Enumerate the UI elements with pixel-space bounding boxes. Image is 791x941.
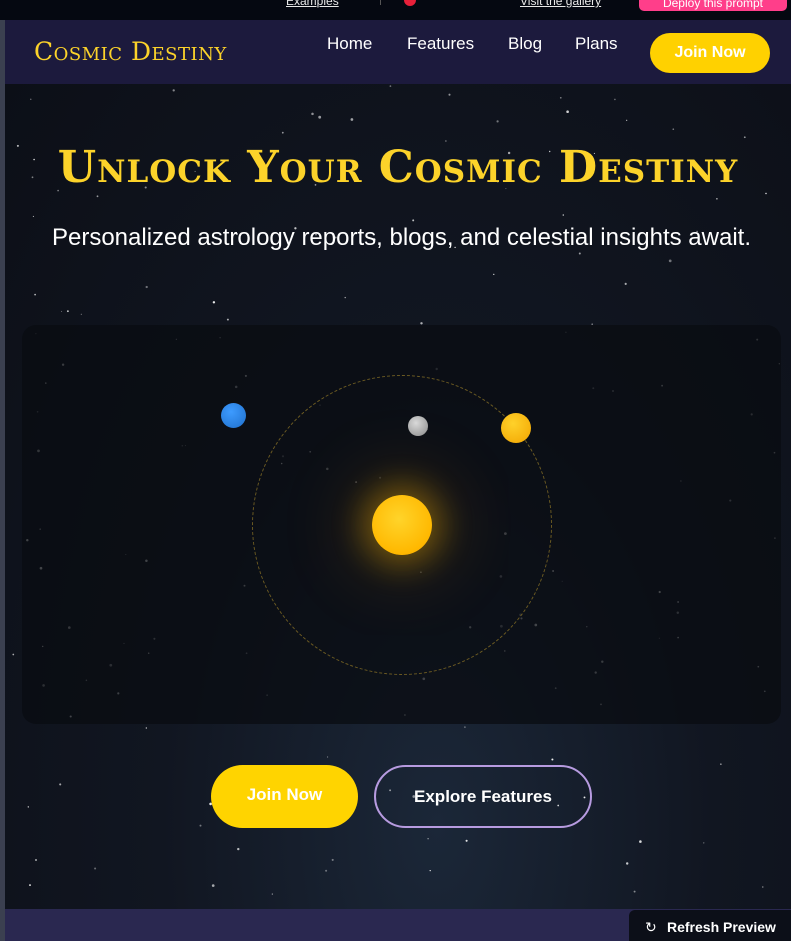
deploy-button[interactable]: Deploy this prompt [639,0,787,11]
nav-item-home[interactable]: Home [327,34,372,54]
blue-planet-icon [221,403,246,428]
explore-features-button[interactable]: Explore Features [374,765,592,828]
nav-join-button[interactable]: Join Now [650,33,770,73]
hero-section: Unlock Your Cosmic Destiny Personalized … [5,84,791,909]
solar-system-illustration [22,325,781,724]
hero-join-button[interactable]: Join Now [211,765,358,828]
gold-planet-icon [501,413,531,443]
hero-subtitle: Personalized astrology reports, blogs, a… [51,224,752,251]
refresh-icon: ↻ [645,919,657,935]
top-strip-divider [380,0,381,5]
refresh-preview-label: Refresh Preview [667,919,776,935]
top-strip-link-gallery[interactable]: Visit the gallery [520,0,601,8]
nav-item-features[interactable]: Features [407,34,474,54]
top-strip-link-examples[interactable]: Examples [286,0,339,8]
refresh-preview-button[interactable]: ↻ Refresh Preview [629,910,791,941]
navbar: Cosmic Destiny Home Features Blog Plans … [5,20,791,84]
nav-item-blog[interactable]: Blog [508,34,542,54]
top-strip: Examples Visit the gallery Deploy this p… [0,0,791,20]
nav-item-plans[interactable]: Plans [575,34,618,54]
hero-title: Unlock Your Cosmic Destiny [57,142,739,193]
brand-logo[interactable]: Cosmic Destiny [34,37,227,66]
record-dot-icon [404,0,416,6]
moon-icon [408,416,428,436]
sun-icon [372,495,432,555]
